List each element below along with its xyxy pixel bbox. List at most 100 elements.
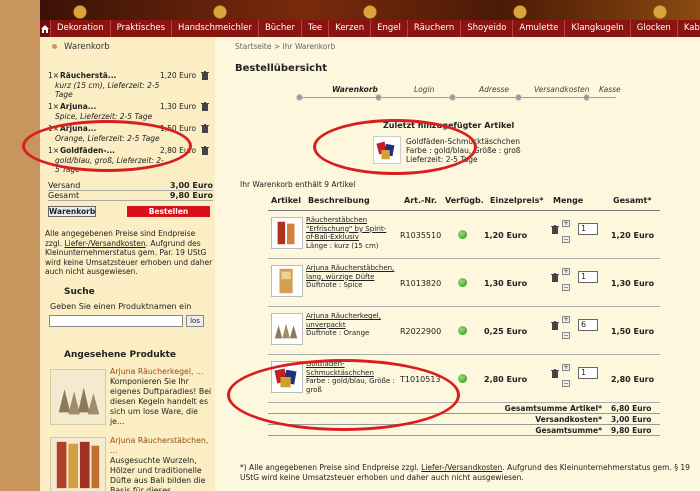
quantity-input[interactable]: 1	[578, 367, 598, 379]
product-link[interactable]: unverpackt	[306, 321, 396, 330]
checkout-steps: Warenkorb Login Adresse Versandkosten Ka…	[296, 85, 621, 105]
price-note: Alle angegebenen Preise sind Endpreise z…	[45, 229, 213, 277]
increase-button[interactable]: +	[562, 364, 570, 371]
product-image-cones[interactable]	[50, 369, 106, 425]
nav-item-raeuchern[interactable]: Räuchern	[406, 20, 460, 37]
product-link[interactable]: of-Bali-Exklusiv	[306, 233, 396, 242]
nav-item-kerzen[interactable]: Kerzen	[328, 20, 370, 37]
step-adresse: Adresse	[479, 85, 510, 94]
last-added-name[interactable]: Goldfäden-Schmucktäschchen	[406, 137, 521, 146]
col-gesamt: Gesamt*	[613, 196, 652, 205]
product-image-pouches[interactable]	[373, 136, 401, 164]
trash-icon[interactable]	[551, 369, 559, 378]
product-teaser: Arjuna Räucherstäbchen, ... Ausgesuchte …	[110, 436, 212, 491]
search-input[interactable]	[49, 315, 183, 327]
increase-button[interactable]: +	[562, 220, 570, 227]
mini-cart-name[interactable]: Arjuna...	[60, 102, 96, 111]
decrease-button[interactable]: −	[562, 380, 570, 387]
mini-cart-name[interactable]: Goldfäden-...	[60, 146, 115, 155]
header-banner	[40, 0, 700, 20]
product-attribute: Farbe : gold/blau, Größe : groß	[306, 377, 395, 394]
cart-button[interactable]: Warenkorb	[48, 206, 96, 217]
nav-item-tee[interactable]: Tee	[300, 20, 328, 37]
article-number: T1010513	[400, 375, 441, 384]
product-attribute: Duftnote : Spice	[306, 281, 363, 289]
line-total: 2,80 Euro	[611, 375, 655, 384]
page-background	[0, 0, 40, 491]
breadcrumb[interactable]: Startseite > Ihr Warenkorb	[235, 42, 335, 51]
product-image-sticks[interactable]	[50, 437, 106, 491]
availability-icon	[458, 326, 467, 335]
mini-cart-qty: 1×	[48, 71, 60, 80]
grand-total-row: Gesamtsumme* 9,80 Euro	[268, 425, 660, 436]
grand-total-label: Gesamtsumme*	[535, 426, 602, 435]
availability-icon	[458, 374, 467, 383]
search-button[interactable]: los	[186, 315, 204, 327]
nav-item-kabbala[interactable]: Kabbala	[676, 20, 700, 37]
trash-icon[interactable]	[551, 225, 559, 234]
product-link[interactable]: Goldfäden-	[306, 360, 396, 369]
step-marker	[583, 94, 590, 101]
availability-icon	[458, 278, 467, 287]
nav-item-buecher[interactable]: Bücher	[257, 20, 301, 37]
quantity-input[interactable]: 6	[578, 319, 598, 331]
nav-item-glocken[interactable]: Glocken	[629, 20, 677, 37]
table-row: Goldfäden- Schmucktäschchen Farbe : gold/b…	[268, 355, 660, 403]
col-artnr: Art.-Nr.	[404, 196, 437, 205]
search-title: Suche	[64, 287, 95, 297]
product-link[interactable]: "Erfrischung" by Spirit-	[306, 225, 396, 234]
product-link[interactable]: Arjuna Räucherstäbchen, ...	[110, 436, 208, 455]
decrease-button[interactable]: −	[562, 236, 570, 243]
trash-icon[interactable]	[551, 321, 559, 330]
decrease-button[interactable]: −	[562, 332, 570, 339]
nav-item-amulette[interactable]: Amulette	[512, 20, 564, 37]
trash-icon[interactable]	[201, 124, 209, 133]
page-title: Bestellübersicht	[235, 63, 327, 74]
trash-icon[interactable]	[201, 71, 209, 80]
product-link[interactable]: Räucherstäbchen	[306, 216, 396, 225]
product-link[interactable]: Arjuna Räucherstäbchen,	[306, 264, 396, 273]
product-image[interactable]	[271, 217, 303, 249]
product-image[interactable]	[271, 313, 303, 345]
nav-item-handschmeichler[interactable]: Handschmeichler	[171, 20, 258, 37]
step-versandkosten: Versandkosten	[534, 85, 590, 94]
shipping-costs-link[interactable]: Liefer-/Versandkosten	[421, 463, 502, 472]
quantity-input[interactable]: 1	[578, 223, 598, 235]
mini-cart-detail: Spice, Lieferzeit: 2-5 Tage	[55, 112, 153, 121]
decrease-button[interactable]: −	[562, 284, 570, 291]
grand-total-value: 9,80 Euro	[611, 426, 652, 435]
nav-item-engel[interactable]: Engel	[370, 20, 407, 37]
nav-item-praktisches[interactable]: Praktisches	[109, 20, 171, 37]
mini-cart-name[interactable]: Arjuna...	[60, 124, 96, 133]
total-label: Gesamt	[48, 191, 80, 200]
quantity-input[interactable]: 1	[578, 271, 598, 283]
increase-button[interactable]: +	[562, 268, 570, 275]
product-link[interactable]: Arjuna Räucherkegel,	[306, 312, 396, 321]
mini-cart-price: 1,30 Euro	[160, 102, 197, 111]
product-link[interactable]: lang, würzige Düfte	[306, 273, 396, 282]
nav-item-shoyeido[interactable]: Shoyeido	[460, 20, 512, 37]
search-label: Geben Sie einen Produktnamen ein	[50, 302, 192, 311]
increase-button[interactable]: +	[562, 316, 570, 323]
mini-cart-name[interactable]: Räucherstä...	[60, 71, 116, 80]
product-link[interactable]: Schmucktäschchen	[306, 369, 396, 378]
nav-item-klangkugeln[interactable]: Klangkugeln	[564, 20, 629, 37]
order-button[interactable]: Bestellen	[127, 206, 210, 217]
nav-item-dekoration[interactable]: Dekoration	[50, 20, 110, 37]
product-link[interactable]: Arjuna Räucherkegel, ...	[110, 367, 203, 376]
product-attribute: Länge : kurz (15 cm)	[306, 241, 379, 250]
product-image[interactable]	[271, 361, 303, 393]
trash-icon[interactable]	[201, 102, 209, 111]
total-value: 9,80 Euro	[169, 191, 213, 200]
sum-articles-label: Gesamtsumme Artikel*	[504, 404, 602, 413]
unit-price: 1,20 Euro	[484, 231, 528, 240]
home-icon[interactable]	[40, 20, 50, 37]
trash-icon[interactable]	[201, 146, 209, 155]
table-header: Artikel Beschreibung Art.-Nr. Verfügb. E…	[268, 191, 660, 211]
product-image[interactable]	[271, 265, 303, 297]
col-einzelpreis: Einzelpreis*	[490, 196, 544, 205]
mini-cart-detail: kurz (15 cm), Lieferzeit: 2-5 Tage	[55, 81, 160, 99]
trash-icon[interactable]	[551, 273, 559, 282]
shipping-costs-link[interactable]: Liefer-/Versandkosten	[65, 239, 146, 248]
step-marker	[449, 94, 456, 101]
